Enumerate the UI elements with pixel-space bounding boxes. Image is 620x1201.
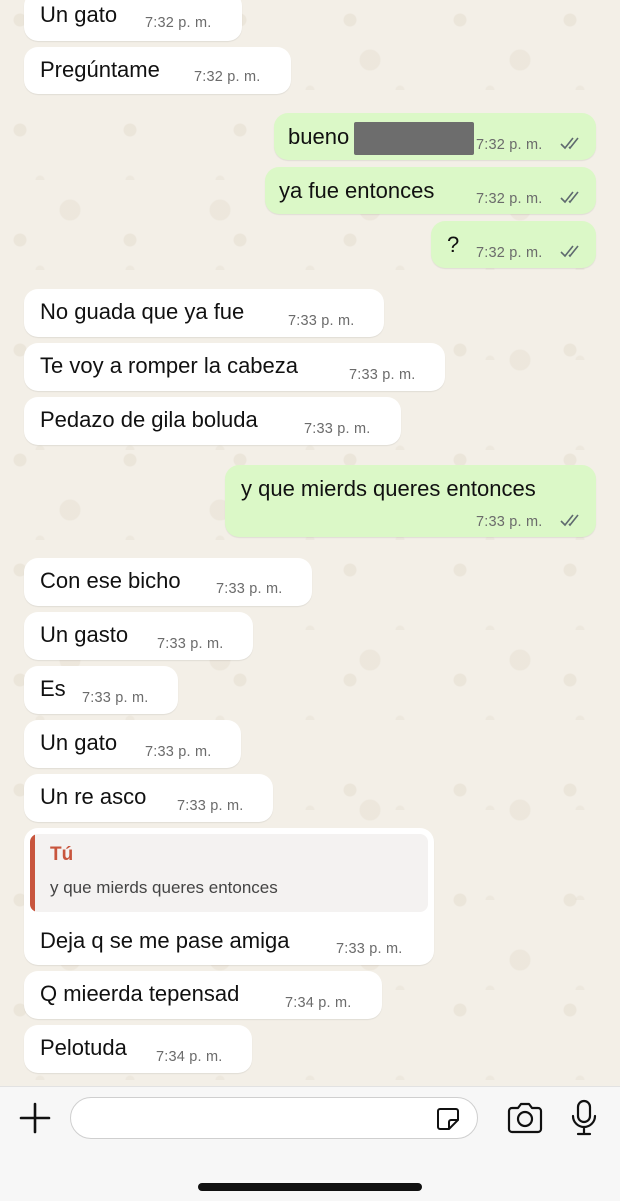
message-time: 7:33 p. m.: [476, 514, 543, 530]
message-time: 7:33 p. m.: [336, 941, 403, 957]
double-check-icon: [560, 191, 579, 204]
message-text: Un gato: [40, 2, 118, 27]
message-time: 7:34 p. m.: [285, 995, 352, 1011]
quote-text: y que mierds queres entonces: [50, 878, 278, 897]
message-bubble-incoming[interactable]: Te voy a romper la cabeza 7:33 p. m.: [24, 343, 445, 391]
message-time: 7:33 p. m.: [216, 581, 283, 597]
message-text: ya fue entonces: [279, 178, 435, 203]
home-indicator: [198, 1183, 422, 1191]
message-text: Es: [40, 676, 66, 701]
message-time: 7:32 p. m.: [145, 15, 212, 31]
message-bubble-incoming[interactable]: No guada que ya fue 7:33 p. m.: [24, 289, 384, 337]
quoted-reply[interactable]: Tú y que mierds queres entonces: [30, 834, 428, 912]
message-bubble-outgoing[interactable]: bueno 7:32 p. m.: [274, 113, 596, 160]
composer-bar: [0, 1086, 620, 1201]
message-time: 7:33 p. m.: [288, 313, 355, 329]
plus-icon[interactable]: [18, 1101, 52, 1135]
message-bubble-incoming[interactable]: Pelotuda 7:34 p. m.: [24, 1025, 252, 1073]
chat-area[interactable]: Un gato 7:32 p. m. Pregúntame 7:32 p. m.…: [0, 0, 620, 1086]
message-bubble-incoming[interactable]: Pedazo de gila boluda 7:33 p. m.: [24, 397, 401, 445]
message-bubble-incoming[interactable]: Q mieerda tepensad 7:34 p. m.: [24, 971, 382, 1019]
message-bubble-incoming[interactable]: Un gato 7:32 p. m.: [24, 0, 242, 41]
message-text: Deja q se me pase amiga: [40, 928, 290, 953]
message-bubble-incoming[interactable]: Un gato 7:33 p. m.: [24, 720, 241, 768]
double-check-icon: [560, 245, 579, 258]
message-text: Con ese bicho: [40, 568, 181, 593]
message-text: ?: [447, 232, 460, 257]
message-bubble-incoming[interactable]: Con ese bicho 7:33 p. m.: [24, 558, 312, 606]
message-time: 7:33 p. m.: [177, 798, 244, 814]
quote-accent-bar: [30, 834, 35, 912]
redacted-block: [354, 122, 474, 155]
message-time: 7:33 p. m.: [304, 421, 371, 437]
message-time: 7:32 p. m.: [194, 69, 261, 85]
message-bubble-incoming[interactable]: Es 7:33 p. m.: [24, 666, 178, 714]
message-time: 7:33 p. m.: [157, 636, 224, 652]
double-check-icon: [560, 137, 579, 150]
camera-icon[interactable]: [506, 1102, 544, 1134]
message-input[interactable]: [70, 1097, 478, 1139]
quote-author: Tú: [50, 844, 74, 865]
message-text: Pregúntame: [40, 57, 160, 82]
message-text: Pelotuda: [40, 1035, 127, 1060]
message-text: Te voy a romper la cabeza: [40, 353, 299, 378]
message-text: bueno: [288, 124, 350, 149]
message-bubble-outgoing[interactable]: y que mierds queres entonces 7:33 p. m.: [225, 465, 596, 537]
message-time: 7:33 p. m.: [82, 690, 149, 706]
message-bubble-incoming[interactable]: Tú y que mierds queres entonces Deja q s…: [24, 828, 434, 965]
message-text: Pedazo de gila boluda: [40, 407, 258, 432]
message-bubble-incoming[interactable]: Pregúntame 7:32 p. m.: [24, 47, 291, 94]
message-text: Un gasto: [40, 622, 129, 647]
message-bubble-incoming[interactable]: Un gasto 7:33 p. m.: [24, 612, 253, 660]
message-text: No guada que ya fue: [40, 299, 245, 324]
message-text: Un gato: [40, 730, 118, 755]
sticker-icon[interactable]: [435, 1106, 461, 1132]
message-time: 7:33 p. m.: [349, 367, 416, 383]
message-bubble-incoming[interactable]: Un re asco 7:33 p. m.: [24, 774, 273, 822]
message-time: 7:32 p. m.: [476, 245, 543, 261]
message-text: Un re asco: [40, 784, 147, 809]
message-time: 7:34 p. m.: [156, 1049, 223, 1065]
double-check-icon: [560, 514, 579, 527]
message-text: Q mieerda tepensad: [40, 981, 240, 1006]
microphone-icon[interactable]: [570, 1099, 598, 1137]
message-time: 7:33 p. m.: [145, 744, 212, 760]
message-time: 7:32 p. m.: [476, 191, 543, 207]
message-text: y que mierds queres entonces: [241, 476, 536, 501]
message-time: 7:32 p. m.: [476, 137, 543, 153]
message-bubble-outgoing[interactable]: ya fue entonces 7:32 p. m.: [265, 167, 596, 214]
message-bubble-outgoing[interactable]: ? 7:32 p. m.: [431, 221, 596, 268]
